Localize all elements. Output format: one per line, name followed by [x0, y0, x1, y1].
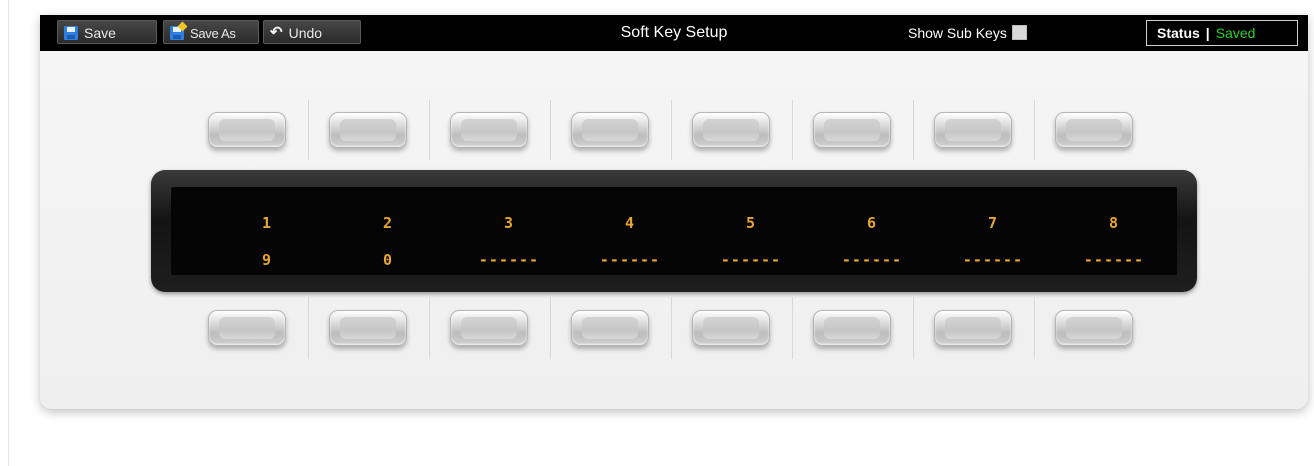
- lcd-bottom-label-2: 0: [382, 251, 394, 269]
- soft-key-top-4[interactable]: [571, 112, 649, 148]
- key-divider: [791, 297, 793, 359]
- lcd-display-frame: 1 2 3 4 5 6 7 8 9 0 ------ ------ ------ ------ ------…: [151, 170, 1197, 292]
- key-divider: [912, 100, 914, 160]
- key-divider: [912, 297, 914, 359]
- lcd-display: 1 2 3 4 5 6 7 8 9 0 ------ ------ ------ ------ ------…: [171, 187, 1177, 275]
- lcd-bottom-label-1: 9: [261, 251, 273, 269]
- lcd-top-label-2: 2: [382, 214, 394, 232]
- soft-key-top-6[interactable]: [813, 112, 891, 148]
- soft-key-top-7[interactable]: [934, 112, 1012, 148]
- key-divider: [307, 297, 309, 359]
- left-edge-rule: [8, 0, 9, 466]
- lcd-bottom-label-6: ------: [841, 251, 903, 269]
- key-divider: [1033, 100, 1035, 160]
- lcd-top-label-7: 7: [987, 214, 999, 232]
- soft-key-top-5[interactable]: [692, 112, 770, 148]
- soft-key-bottom-8[interactable]: [1055, 310, 1133, 346]
- key-divider: [549, 100, 551, 160]
- lcd-top-label-1: 1: [261, 214, 273, 232]
- soft-key-top-3[interactable]: [450, 112, 528, 148]
- lcd-bottom-label-8: ------: [1083, 251, 1145, 269]
- lcd-bottom-label-7: ------: [962, 251, 1024, 269]
- lcd-top-label-4: 4: [624, 214, 636, 232]
- soft-key-setup-panel: Save Save As ↶ Undo Soft Key Setup Show S…: [40, 15, 1308, 409]
- key-divider: [549, 297, 551, 359]
- lcd-top-label-3: 3: [503, 214, 515, 232]
- soft-key-bottom-7[interactable]: [934, 310, 1012, 346]
- key-divider: [428, 297, 430, 359]
- key-divider: [1033, 297, 1035, 359]
- key-divider: [791, 100, 793, 160]
- key-divider: [428, 100, 430, 160]
- key-divider: [670, 297, 672, 359]
- key-divider: [670, 100, 672, 160]
- key-divider: [307, 100, 309, 160]
- lcd-bottom-label-4: ------: [599, 251, 661, 269]
- lcd-top-label-6: 6: [866, 214, 878, 232]
- soft-key-top-8[interactable]: [1055, 112, 1133, 148]
- lcd-top-label-5: 5: [745, 214, 757, 232]
- soft-key-bottom-3[interactable]: [450, 310, 528, 346]
- soft-key-bottom-2[interactable]: [329, 310, 407, 346]
- soft-key-bottom-6[interactable]: [813, 310, 891, 346]
- soft-key-bottom-4[interactable]: [571, 310, 649, 346]
- soft-key-top-2[interactable]: [329, 112, 407, 148]
- soft-key-top-1[interactable]: [208, 112, 286, 148]
- lcd-bottom-label-3: ------: [478, 251, 540, 269]
- lcd-bottom-label-5: ------: [720, 251, 782, 269]
- lcd-top-label-8: 8: [1108, 214, 1120, 232]
- soft-key-bottom-1[interactable]: [208, 310, 286, 346]
- soft-key-stage: 1 2 3 4 5 6 7 8 9 0 ------ ------ ------ ------ ------…: [40, 15, 1308, 409]
- soft-key-bottom-5[interactable]: [692, 310, 770, 346]
